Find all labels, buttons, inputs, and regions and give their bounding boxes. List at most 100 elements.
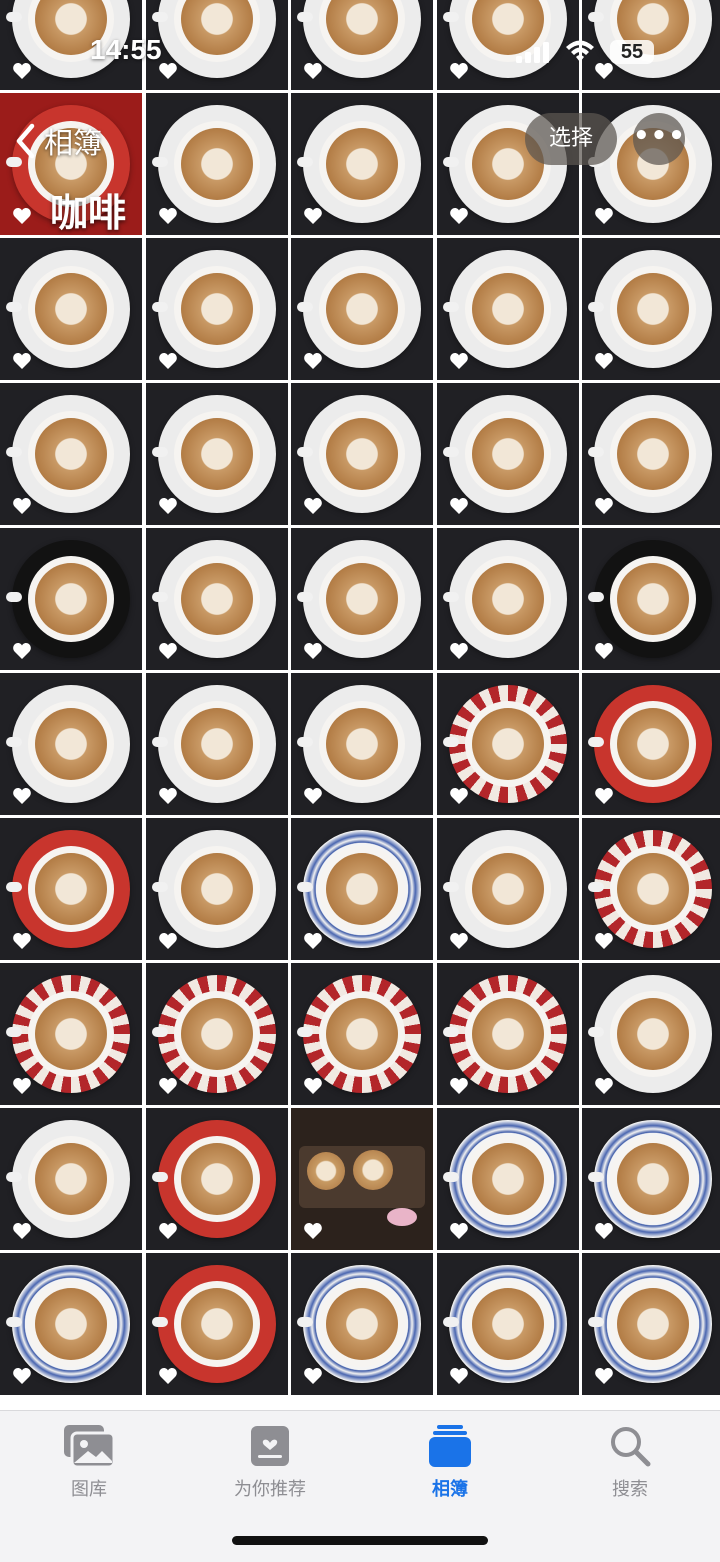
latte-art [180,1288,253,1360]
photo-thumbnail[interactable] [291,0,433,90]
favorite-heart-icon [304,643,322,659]
photo-thumbnail[interactable] [436,528,579,670]
latte-art [35,1288,107,1360]
photo-thumbnail[interactable] [0,528,142,670]
photo-thumbnail[interactable] [291,1253,433,1395]
lotus-petal [387,1208,417,1226]
latte-art [326,853,398,925]
back-button[interactable]: 相簿 [14,120,102,162]
latte-art [471,708,544,780]
photo-thumbnail[interactable] [436,1253,579,1395]
latte-art [35,708,107,780]
favorite-heart-icon [449,1368,468,1384]
cellular-signal-icon [516,42,549,63]
photo-thumbnail[interactable] [145,93,288,235]
photo-thumbnail[interactable] [0,1253,142,1395]
latte-art [180,273,253,345]
photo-thumbnail[interactable] [582,673,720,815]
photo-thumbnail[interactable] [291,528,433,670]
select-button[interactable]: 选择 [525,113,617,165]
latte-art [180,128,253,200]
tab-albums[interactable]: 相簿 [375,1423,525,1501]
photo-thumbnail[interactable] [0,673,142,815]
photo-thumbnail[interactable] [436,1108,579,1250]
cup-handle [297,12,313,22]
latte-art [471,1288,544,1360]
photo-thumbnail[interactable] [436,963,579,1105]
photo-thumbnail[interactable] [0,383,142,525]
latte-art [180,708,253,780]
photo-thumbnail[interactable] [436,0,579,90]
photo-thumbnail[interactable] [582,818,720,960]
cup-handle [588,737,604,747]
cup-handle [151,882,168,892]
photo-thumbnail[interactable] [582,963,720,1105]
latte-art [471,563,544,635]
latte-art [180,853,253,925]
photo-thumbnail[interactable] [0,818,142,960]
wifi-icon [566,40,594,62]
cup-handle [588,1027,604,1037]
photo-thumbnail[interactable] [582,528,720,670]
favorite-heart-icon [595,788,613,804]
cup-handle [588,302,604,312]
latte-art [471,1143,544,1215]
cup-handle [151,447,168,457]
photo-thumbnail[interactable] [145,238,288,380]
albums-icon [429,1425,471,1467]
latte-art [617,563,689,635]
latte-art [326,998,398,1070]
cup-handle [151,1317,168,1327]
photo-thumbnail[interactable] [291,1108,433,1250]
photo-thumbnail[interactable] [145,1108,288,1250]
favorite-heart-icon [13,643,31,659]
photo-thumbnail[interactable] [0,963,142,1105]
latte-art [326,273,398,345]
photo-thumbnail[interactable] [436,673,579,815]
photo-thumbnail[interactable] [436,818,579,960]
photo-thumbnail[interactable] [582,383,720,525]
photo-thumbnail[interactable] [582,238,720,380]
photo-thumbnail[interactable] [0,238,142,380]
cup-handle [297,447,313,457]
favorite-heart-icon [595,1078,613,1094]
latte-art [617,1143,689,1215]
photo-thumbnail[interactable] [291,673,433,815]
photo-thumbnail[interactable] [436,238,579,380]
photo-thumbnail[interactable] [145,528,288,670]
tab-search[interactable]: 搜索 [555,1423,705,1501]
photo-thumbnail[interactable] [291,238,433,380]
photo-thumbnail[interactable] [145,1253,288,1395]
favorite-heart-icon [304,208,322,224]
favorite-heart-icon [13,63,31,79]
photo-thumbnail[interactable] [291,818,433,960]
latte-art [353,1150,393,1190]
cup-handle [6,302,22,312]
tab-for-you-label: 为你推荐 [234,1479,306,1500]
photo-thumbnail[interactable] [0,1108,142,1250]
photo-thumbnail[interactable] [582,1253,720,1395]
favorite-heart-icon [158,353,177,369]
photo-thumbnail[interactable] [582,1108,720,1250]
photo-thumbnail[interactable] [291,383,433,525]
latte-art [471,998,544,1070]
tab-for-you[interactable]: 为你推荐 [195,1423,345,1501]
cup-handle [297,737,313,747]
photo-thumbnail[interactable] [291,963,433,1105]
favorite-heart-icon [304,1078,322,1094]
tab-library[interactable]: 图库 [14,1423,164,1501]
photo-thumbnail[interactable] [436,383,579,525]
cup-handle [151,1172,168,1182]
cup-handle [6,737,22,747]
favorite-heart-icon [595,1368,613,1384]
more-options-button[interactable]: ••• [633,113,685,165]
favorite-heart-icon [449,933,468,949]
photo-thumbnail[interactable] [145,963,288,1105]
photo-thumbnail[interactable] [145,673,288,815]
photo-thumbnail[interactable] [145,818,288,960]
photo-thumbnail[interactable] [145,383,288,525]
favorite-heart-icon [13,498,31,514]
photo-thumbnail[interactable] [291,93,433,235]
tab-search-label: 搜索 [612,1479,648,1500]
photo-thumbnail[interactable] [145,0,288,90]
